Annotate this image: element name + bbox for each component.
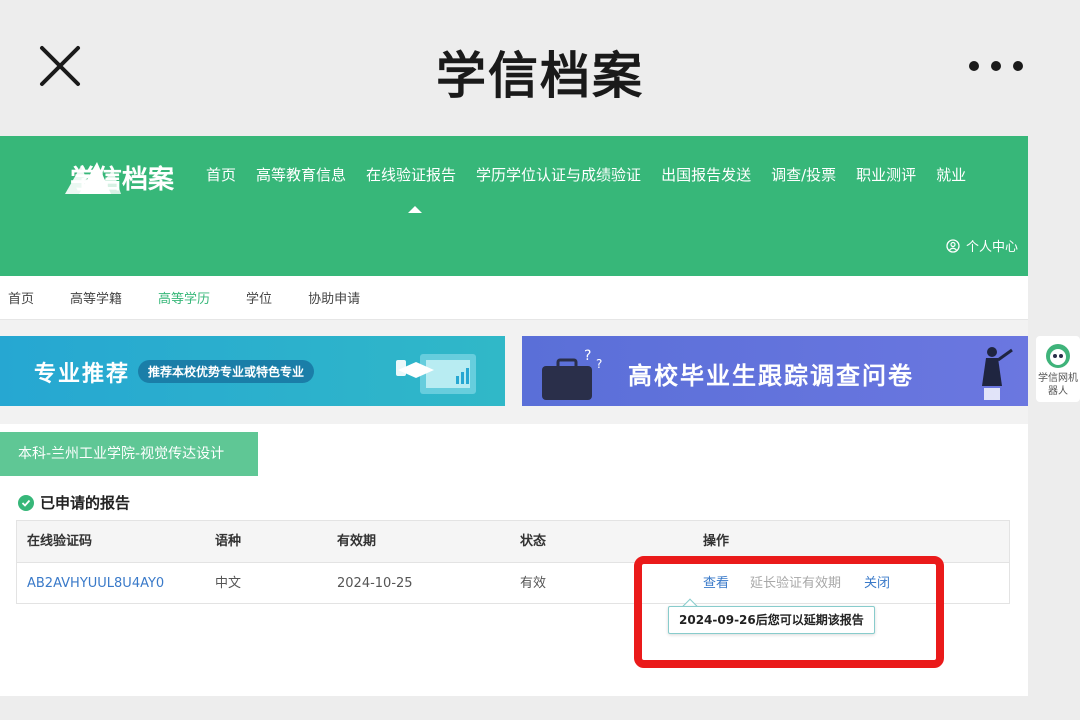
col-code: 在线验证码 [27,534,93,549]
more-icon[interactable] [966,58,1026,74]
graduation-cap-icon [396,354,476,394]
sub-nav-assist-apply[interactable]: 协助申请 [308,288,360,307]
sub-nav-degree-record[interactable]: 高等学历 [158,288,210,307]
banner-title-survey: 高校毕业生跟踪调查问卷 [628,362,914,390]
sub-nav: 首页 高等学籍 高等学历 学位 协助申请 [0,276,1028,320]
nav-item-higher-education[interactable]: 高等教育信息 [246,164,356,185]
red-highlight-box [634,556,944,668]
personal-center-link[interactable]: 个人中心 [946,236,1018,255]
major-recommendation-banner[interactable]: 专业推荐 推荐本校优势专业或特色专业 [0,336,505,406]
nav-item-employment[interactable]: 就业 [926,164,976,185]
nav-item-survey[interactable]: 调查/投票 [761,164,846,185]
user-icon [946,238,960,253]
personal-center-label: 个人中心 [966,240,1019,255]
banner-title: 专业推荐 [34,362,131,387]
graduate-figure-icon [982,347,1013,400]
nav-item-online-verification[interactable]: 在线验证报告 [356,164,466,185]
nav-item-career-test[interactable]: 职业测评 [846,164,926,185]
cell-expiry: 2024-10-25 [337,576,413,591]
main-nav: 首页 高等教育信息 在线验证报告 学历学位认证与成绩验证 出国报告发送 调查/投… [196,164,976,185]
robot-label: 学信网机器人 [1038,373,1078,397]
col-language: 语种 [215,534,242,549]
education-record-tab[interactable]: 本科-兰州工业学院-视觉传达设计 [0,432,258,476]
nav-item-certification[interactable]: 学历学位认证与成绩验证 [466,164,651,185]
banner-pill: 推荐本校优势专业或特色专业 [138,360,315,383]
check-icon [18,494,34,511]
logo-text: 学信档案 [70,165,175,195]
section-title-text: 已申请的报告 [40,494,131,512]
col-status: 状态 [520,534,547,549]
cell-language: 中文 [215,576,242,591]
site-header: 学信档案 首页 高等教育信息 在线验证报告 学历学位认证与成绩验证 出国报告发送… [0,136,1028,276]
page-title: 学信档案 [436,47,644,105]
sub-nav-home[interactable]: 首页 [8,288,34,307]
sub-nav-degree[interactable]: 学位 [246,288,272,307]
svg-text:?: ? [596,357,602,371]
app-top-bar: 学信档案 [0,0,1080,136]
briefcase-icon: ? ? [542,348,602,400]
section-title: 已申请的报告 [18,492,130,513]
robot-widget[interactable]: 学信网机器人 [1036,336,1080,402]
verification-code-link[interactable]: AB2AVHYUUL8U4AY0 [27,563,164,605]
svg-text:?: ? [584,348,591,364]
nav-item-home[interactable]: 首页 [196,164,246,185]
active-nav-caret-icon [408,206,422,213]
cell-status: 有效 [520,576,547,591]
nav-item-abroad-report[interactable]: 出国报告发送 [651,164,761,185]
robot-icon [1046,344,1070,368]
graduate-survey-banner[interactable]: ? ? 高校毕业生跟踪调查问卷 [522,336,1028,406]
col-expiry: 有效期 [337,534,377,549]
sub-nav-enrollment[interactable]: 高等学籍 [70,288,122,307]
